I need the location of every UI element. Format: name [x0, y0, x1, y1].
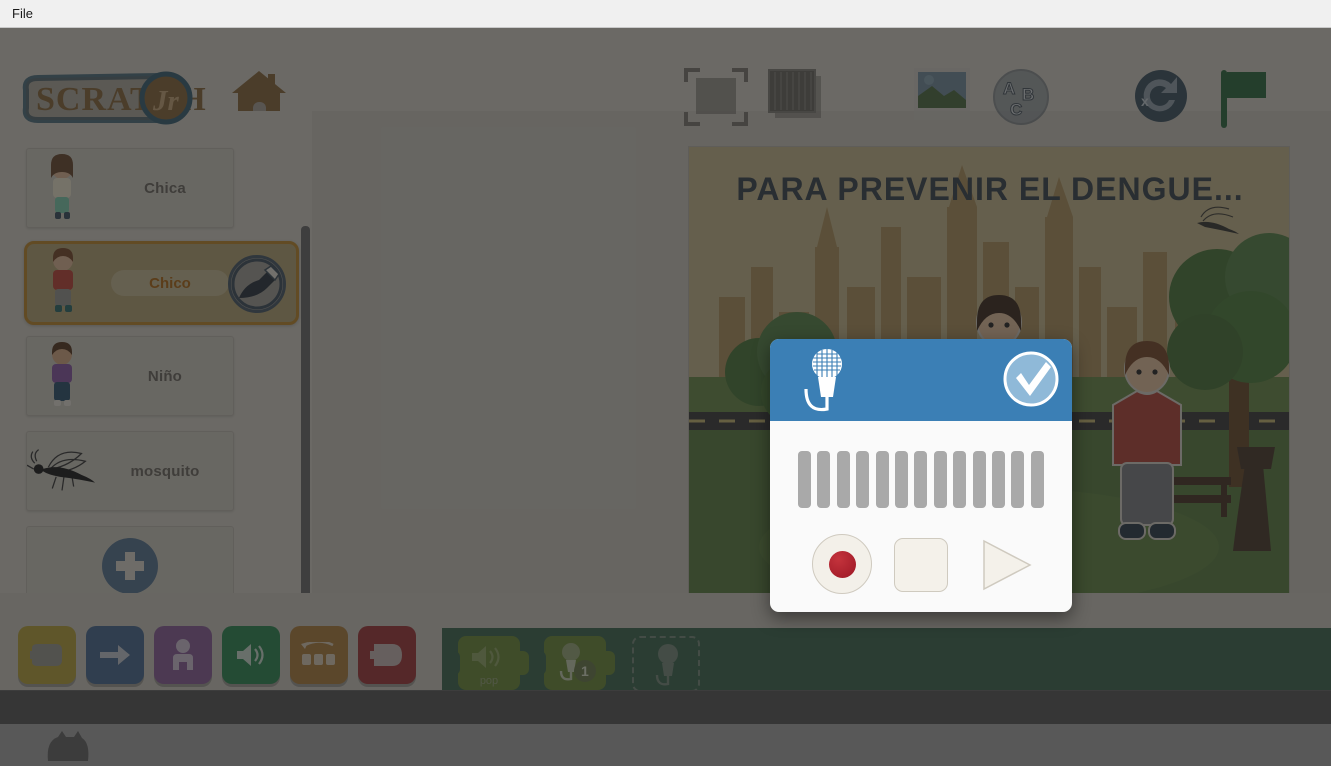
sprite-panel: Chica Chico Niño mosquito [0, 111, 312, 611]
script-area[interactable]: pop 1 [442, 628, 1331, 698]
green-flag-icon[interactable] [1216, 66, 1272, 130]
block-label: pop [479, 675, 499, 687]
waveform-bar [817, 450, 831, 508]
scratchjr-app: SCRATCH Jr A B C x Chica Chico Niño mosq… [0, 28, 1331, 761]
scratchjr-cat-icon [40, 731, 100, 761]
recorder-transport-controls [770, 534, 1072, 604]
arrow-right-icon [100, 645, 130, 665]
svg-text:1: 1 [581, 663, 589, 679]
speaker-icon [237, 644, 264, 666]
background-icon[interactable] [912, 66, 972, 124]
plus-icon [102, 538, 158, 594]
script-zone: pop 1 [0, 593, 1331, 698]
sprite-item-mosquito[interactable]: mosquito [26, 431, 234, 511]
waveform-bar [972, 450, 986, 508]
block-category-bar [18, 626, 436, 692]
child-sprite-thumbnail [27, 337, 97, 415]
sprite-name-label: Niño [147, 367, 183, 385]
sound-recorder-dialog [770, 339, 1072, 612]
svg-text:B: B [1022, 85, 1034, 104]
play-triangle-icon [983, 539, 1032, 591]
girl-sprite-thumbnail [27, 149, 97, 227]
sprite-list-scrollbar[interactable] [301, 226, 310, 606]
reset-icon[interactable]: x [1131, 66, 1191, 126]
waveform-bar [836, 450, 850, 508]
category-sound[interactable] [222, 626, 280, 684]
record-button[interactable] [812, 534, 872, 594]
waveform-bar [875, 450, 889, 508]
start-block-icon [30, 644, 62, 666]
record-sound-placeholder[interactable] [632, 636, 700, 692]
svg-text:x: x [1141, 93, 1149, 109]
svg-text:C: C [1010, 100, 1022, 119]
sprite-name-label: Chica [144, 179, 186, 197]
microphone-icon [655, 644, 678, 686]
sprite-item-nino[interactable]: Niño [26, 336, 234, 416]
boy-sprite-thumbnail [27, 243, 99, 323]
waveform-bar [953, 450, 967, 508]
sprite-item-chico-selected[interactable]: Chico [24, 241, 299, 325]
sprite-name-pill[interactable]: Chico [111, 270, 229, 296]
category-end[interactable] [358, 626, 416, 684]
stage-title-text: PARA PREVENIR EL DENGUE... [736, 171, 1244, 207]
waveform-bar [1030, 450, 1044, 508]
waveform-bar [1011, 450, 1025, 508]
waveform-bar [914, 450, 928, 508]
svg-text:A: A [1003, 79, 1015, 98]
sprite-item-chica[interactable]: Chica [26, 148, 234, 228]
text-icon[interactable]: A B C [990, 66, 1052, 128]
app-header: SCRATCH Jr A B C x [0, 28, 1331, 128]
menu-item-file[interactable]: File [0, 2, 43, 26]
recorder-dialog-header [770, 339, 1072, 421]
category-motion[interactable] [86, 626, 144, 684]
checkmark-icon[interactable] [1002, 350, 1060, 408]
waveform-bar [992, 450, 1006, 508]
category-control[interactable] [290, 626, 348, 684]
microphone-icon: 1 [559, 643, 596, 682]
person-icon [173, 639, 193, 670]
bottom-bar [0, 690, 1331, 761]
play-pop-sound-block[interactable]: pop [450, 636, 529, 690]
sprite-name-label: mosquito [130, 462, 200, 480]
category-looks[interactable] [154, 626, 212, 684]
record-dot-icon [828, 550, 856, 578]
stop-button[interactable] [894, 538, 948, 592]
waveform-display [798, 449, 1044, 509]
menu-bar: File [0, 0, 1331, 28]
scratchjr-logo: SCRATCH Jr [20, 70, 220, 126]
svg-text:Jr: Jr [152, 85, 180, 117]
waveform-bar [895, 450, 909, 508]
pages-icon[interactable] [765, 66, 827, 126]
fullscreen-icon[interactable] [682, 66, 750, 128]
sprite-name-label: Chico [149, 274, 191, 292]
end-block-icon [370, 644, 402, 666]
category-triggers[interactable] [18, 626, 76, 684]
play-button[interactable] [978, 537, 1034, 593]
paint-brush-icon[interactable] [228, 255, 286, 313]
play-recorded-sound-block[interactable]: 1 [536, 636, 615, 690]
mosquito-sprite-thumbnail [27, 432, 97, 510]
microphone-icon [800, 347, 848, 417]
speaker-icon [472, 646, 500, 668]
waveform-bar [933, 450, 947, 508]
waveform-bar [856, 450, 870, 508]
waveform-bar [798, 450, 811, 508]
repeat-icon [301, 642, 335, 665]
